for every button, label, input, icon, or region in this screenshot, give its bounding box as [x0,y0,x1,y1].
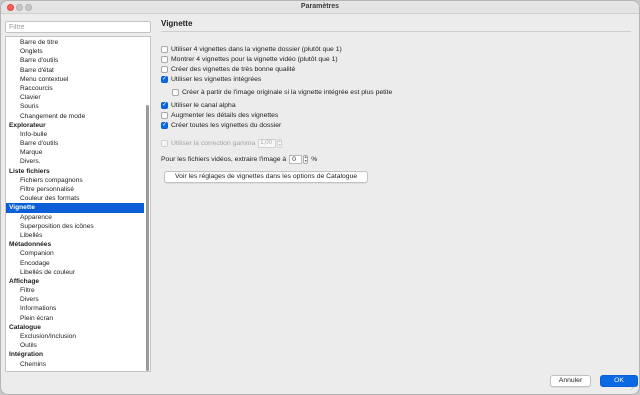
sidebar-category[interactable]: Intégration [6,350,144,359]
sidebar-category[interactable]: Vignette [6,203,144,213]
sidebar-item[interactable]: Divers [6,295,144,304]
catalog-settings-button[interactable]: Voir les réglages de vignettes dans les … [164,171,369,183]
stepper-down-icon: ▼ [278,142,282,147]
option-label: Augmenter les détails des vignettes [171,112,279,119]
tree-scrollbar[interactable] [146,105,149,371]
sidebar-item[interactable]: Apparence [6,213,144,222]
option-label: Créer toutes les vignettes du dossier [171,122,282,129]
sidebar-item[interactable]: Outils [6,341,144,350]
gamma-correction-label: Utiliser la correction gamma [171,140,256,147]
option-row[interactable]: Montrer 4 vignettes pour la vignette vid… [161,55,338,64]
video-extract-unit: % [311,156,318,163]
gamma-correction-checkbox[interactable] [161,140,168,147]
window-title: Paramètres [300,3,340,10]
title-bar: Paramètres [1,1,639,14]
sidebar-item[interactable]: Barre d'état [6,66,144,75]
sidebar-item[interactable]: Clavier [6,93,144,102]
resize-grip-icon[interactable]: ⟋ [631,386,637,392]
sidebar-item[interactable]: Menu contextuel [6,75,144,84]
sidebar-item[interactable]: Onglets [6,47,144,56]
sidebar-item[interactable]: Souris [6,102,144,111]
sidebar-item[interactable]: Changement de mode [6,112,144,121]
option-row[interactable]: Utiliser 4 vignettes dans la vignette do… [161,45,342,54]
sidebar-category[interactable]: Liste fichiers [6,167,144,176]
checkbox[interactable] [172,89,179,96]
gamma-correction-option[interactable]: Utiliser la correction gamma 1,00 ▲ ▼ [161,139,283,148]
option-row[interactable]: Créer à partir de l'image originale si l… [172,88,392,97]
sidebar-item[interactable]: Exclusion/Inclusion [6,332,144,341]
sidebar-item[interactable]: Filtre personnalisé [6,185,144,194]
sidebar-item[interactable]: Informations [6,304,144,313]
sidebar-item[interactable]: Raccourcis [6,84,144,93]
panel-heading: Vignette [161,19,193,28]
checkbox[interactable] [161,66,168,73]
filter-input[interactable] [5,21,151,33]
sidebar-item[interactable]: Libellés [6,231,144,240]
settings-tree-list: Barre de titre Onglets Barre d'outils Barre… [6,38,144,369]
preferences-window: Paramètres Barre de titreOngletsBarre d'… [0,0,640,395]
video-extract-field[interactable]: 0 [289,155,303,164]
option-label: Montrer 4 vignettes pour la vignette vid… [171,56,338,63]
option-label: Utiliser le canal alpha [171,102,236,109]
video-extract-stepper[interactable]: ▲ ▼ [303,155,309,164]
sidebar-item[interactable]: Fichiers compagnons [6,176,144,185]
sidebar-category[interactable]: Métadonnées [6,240,144,249]
settings-tree: Barre de titre Onglets Barre d'outils Barre… [5,36,151,372]
option-row[interactable]: ✓ Utiliser les vignettes intégrées [161,75,261,84]
sidebar-item[interactable]: Plein écran [6,314,144,323]
checkbox[interactable] [161,56,168,63]
option-row[interactable]: ✓ Utiliser le canal alpha [161,101,236,110]
option-row[interactable]: Créer des vignettes de très bonne qualit… [161,65,295,74]
heading-divider [161,31,631,32]
stepper-down-icon: ▼ [303,158,308,163]
option-row[interactable]: Augmenter les détails des vignettes [161,111,278,120]
sidebar-category[interactable]: Catalogue [6,323,144,332]
gamma-stepper[interactable]: ▲ ▼ [277,139,283,148]
video-extract-option: Pour les fichiers vidéos, extraire l'ima… [161,155,317,164]
sidebar-item[interactable]: Libellés de couleur [6,268,144,277]
gamma-value-field[interactable]: 1,00 [258,139,277,148]
sidebar-category[interactable]: Affichage [6,277,144,286]
checkbox-checked[interactable]: ✓ [161,122,168,129]
sidebar-item[interactable]: Marque [6,148,144,157]
sidebar-item[interactable]: Barre d'outils [6,139,144,148]
video-extract-label: Pour les fichiers vidéos, extraire l'ima… [161,156,287,163]
checkbox-checked[interactable]: ✓ [161,76,168,83]
sidebar-item[interactable]: Filtre [6,286,144,295]
option-label: Utiliser les vignettes intégrées [171,76,262,83]
checkbox[interactable] [161,46,168,53]
sidebar-item[interactable]: Companion [6,249,144,258]
sidebar-item[interactable]: Superposition des icônes [6,222,144,231]
checkbox-checked[interactable]: ✓ [161,102,168,109]
sidebar-category[interactable]: Explorateur [6,121,144,130]
sidebar-item[interactable]: Encodage [6,259,144,268]
sidebar-item[interactable]: Barre d'outils [6,56,144,65]
sidebar-item[interactable]: Info-bulle [6,130,144,139]
option-label: Utiliser 4 vignettes dans la vignette do… [171,46,342,53]
checkbox[interactable] [161,112,168,119]
sidebar-item[interactable]: Couleur des formats [6,194,144,203]
option-label: Créer des vignettes de très bonne qualit… [171,66,296,73]
option-label: Créer à partir de l'image originale si l… [182,89,393,96]
sidebar-item[interactable]: Divers. [6,157,144,166]
sidebar-item[interactable]: Chemins [6,360,144,369]
cancel-button[interactable]: Annuler [550,375,591,387]
option-row[interactable]: ✓ Créer toutes les vignettes du dossier [161,121,281,130]
sidebar-item[interactable]: Barre de titre [6,38,144,47]
